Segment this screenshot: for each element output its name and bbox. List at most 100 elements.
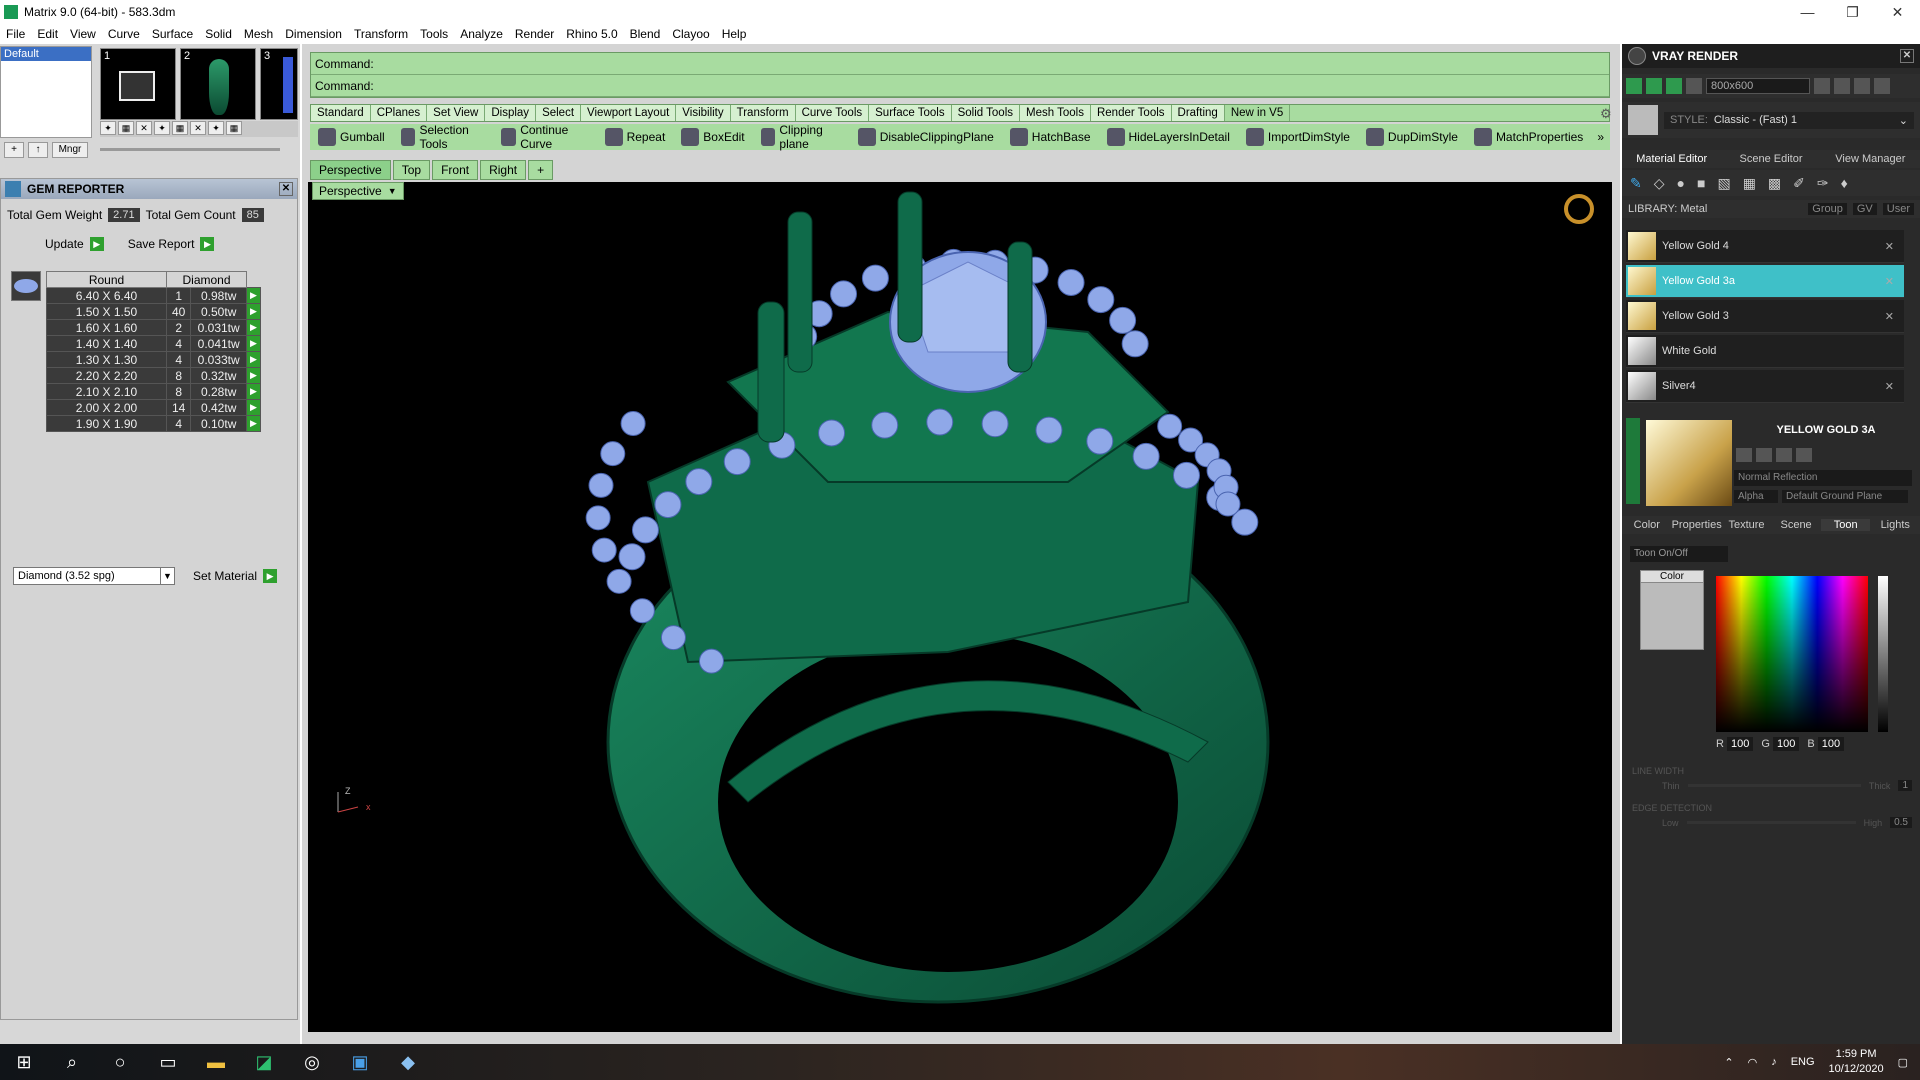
- material-list-item[interactable]: Yellow Gold 3a ✕: [1626, 265, 1904, 298]
- round-gem-icon[interactable]: [11, 271, 41, 301]
- frame-icon[interactable]: [1834, 78, 1850, 94]
- toolbar-tab-select[interactable]: Select: [536, 105, 582, 121]
- tab-view-manager[interactable]: View Manager: [1821, 153, 1920, 165]
- cortana-icon[interactable]: ○: [96, 1044, 144, 1080]
- viewport-label[interactable]: Perspective ▼: [312, 182, 404, 200]
- alpha-toggle[interactable]: Alpha: [1734, 490, 1778, 503]
- tool-importdimstyle[interactable]: ImportDimStyle: [1238, 128, 1358, 146]
- viewport-tab-right[interactable]: Right: [480, 160, 527, 180]
- list-icon[interactable]: [1854, 78, 1870, 94]
- camera-icon[interactable]: [1686, 78, 1702, 94]
- material-list-item[interactable]: Yellow Gold 4 ✕: [1626, 230, 1904, 263]
- line-width-slider[interactable]: [1687, 784, 1861, 787]
- toolbar-tab-viewport-layout[interactable]: Viewport Layout: [581, 105, 677, 121]
- matrix-app-icon[interactable]: ◪: [240, 1044, 288, 1080]
- save-icon[interactable]: ▦: [172, 121, 188, 135]
- perspective-viewport[interactable]: Z x: [308, 182, 1612, 1032]
- material-select[interactable]: Diamond (3.52 spg) ▼: [13, 567, 175, 585]
- delete-icon[interactable]: ✕: [1885, 310, 1894, 323]
- export-icon[interactable]: [1776, 448, 1792, 462]
- toolbar-tab-render-tools[interactable]: Render Tools: [1090, 105, 1172, 121]
- toolbar-tab-standard[interactable]: Standard: [311, 105, 371, 121]
- gear-icon[interactable]: ⚙: [1600, 106, 1612, 122]
- color-picker[interactable]: [1716, 576, 1868, 732]
- material-list-item[interactable]: White Gold: [1626, 335, 1904, 368]
- tab-material-editor[interactable]: Material Editor: [1622, 153, 1721, 165]
- table-row[interactable]: 2.10 X 2.10 8 0.28tw ▶: [46, 383, 261, 400]
- command-area[interactable]: Command: Command:: [310, 52, 1610, 98]
- task-view-icon[interactable]: ▭: [144, 1044, 192, 1080]
- menu-mesh[interactable]: Mesh: [238, 27, 279, 41]
- photos-icon[interactable]: ▣: [336, 1044, 384, 1080]
- reflection-select[interactable]: Normal Reflection: [1734, 470, 1912, 486]
- viewport-tab-top[interactable]: Top: [392, 160, 431, 180]
- save-report-button[interactable]: Save Report ▶: [128, 237, 215, 251]
- material-list-item[interactable]: Silver4 ✕: [1626, 370, 1904, 403]
- delete-icon[interactable]: ✕: [1885, 240, 1894, 253]
- app-icon[interactable]: ◆: [384, 1044, 432, 1080]
- tool-gumball[interactable]: Gumball: [310, 128, 393, 146]
- layer-thumb-1[interactable]: 1: [100, 48, 176, 120]
- toolbar-tab-drafting[interactable]: Drafting: [1171, 105, 1225, 121]
- menu-rhino[interactable]: Rhino 5.0: [560, 27, 623, 41]
- light-icon[interactable]: ♦: [1841, 175, 1848, 191]
- update-button[interactable]: Update ▶: [45, 237, 104, 251]
- tool-boxedit[interactable]: BoxEdit: [673, 128, 752, 146]
- menu-file[interactable]: File: [0, 27, 31, 41]
- toolbar-tab-cplanes[interactable]: CPlanes: [370, 105, 428, 121]
- menu-view[interactable]: View: [64, 27, 102, 41]
- table-row[interactable]: 1.40 X 1.40 4 0.041tw ▶: [46, 335, 261, 352]
- save-icon[interactable]: [1736, 448, 1752, 462]
- menu-help[interactable]: Help: [716, 27, 753, 41]
- layer-thumb-3[interactable]: 3: [260, 48, 298, 120]
- menu-dimension[interactable]: Dimension: [279, 27, 348, 41]
- menu-blend[interactable]: Blend: [624, 27, 667, 41]
- render-icon[interactable]: [1626, 78, 1642, 94]
- tool-repeat[interactable]: Repeat: [597, 128, 674, 146]
- delete-icon[interactable]: ✕: [136, 121, 152, 135]
- toolbar-tab-display[interactable]: Display: [485, 105, 537, 121]
- menu-solid[interactable]: Solid: [199, 27, 238, 41]
- viewport-tab-add[interactable]: +: [528, 160, 554, 180]
- row-play-icon[interactable]: ▶: [246, 383, 261, 400]
- row-play-icon[interactable]: ▶: [246, 399, 261, 416]
- layer-default[interactable]: Default: [1, 47, 91, 61]
- up-arrow-icon[interactable]: ↑: [28, 142, 48, 158]
- menu-surface[interactable]: Surface: [146, 27, 199, 41]
- menu-curve[interactable]: Curve: [102, 27, 146, 41]
- tab-toon[interactable]: Toon: [1820, 519, 1871, 531]
- close-icon[interactable]: ✕: [1900, 49, 1914, 63]
- interactive-render-icon[interactable]: [1666, 78, 1682, 94]
- manager-button[interactable]: Mngr: [52, 142, 88, 158]
- table-row[interactable]: 1.90 X 1.90 4 0.10tw ▶: [46, 415, 261, 432]
- toolbar-tab-visibility[interactable]: Visibility: [676, 105, 731, 121]
- tool-disableclippingplane[interactable]: DisableClippingPlane: [850, 128, 1002, 146]
- tab-lights[interactable]: Lights: [1870, 519, 1920, 531]
- delete-icon[interactable]: ✕: [1885, 275, 1894, 288]
- green-value[interactable]: 100: [1772, 737, 1800, 751]
- tool-matchproperties[interactable]: MatchProperties: [1466, 128, 1591, 146]
- material-list-item[interactable]: Yellow Gold 3 ✕: [1626, 300, 1904, 333]
- tab-scene[interactable]: Scene: [1771, 519, 1821, 531]
- menu-analyze[interactable]: Analyze: [454, 27, 509, 41]
- language-indicator[interactable]: ENG: [1791, 1056, 1815, 1068]
- sphere-icon[interactable]: ●: [1677, 175, 1685, 191]
- layer-list[interactable]: Default: [0, 46, 92, 138]
- table-row[interactable]: 1.60 X 1.60 2 0.031tw ▶: [46, 319, 261, 336]
- table-row[interactable]: 1.30 X 1.30 4 0.033tw ▶: [46, 351, 261, 368]
- command-input[interactable]: Command:: [311, 75, 1609, 97]
- viewport-tab-perspective[interactable]: Perspective: [310, 160, 391, 180]
- square-icon[interactable]: ■: [1697, 175, 1705, 191]
- gv-toggle[interactable]: GV: [1852, 203, 1877, 215]
- toolbar-tab-transform[interactable]: Transform: [730, 105, 796, 121]
- row-play-icon[interactable]: ▶: [246, 415, 261, 432]
- table-row[interactable]: 2.00 X 2.00 14 0.42tw ▶: [46, 399, 261, 416]
- rhino-icon[interactable]: ◎: [288, 1044, 336, 1080]
- add-icon[interactable]: ✦: [100, 121, 116, 135]
- add-icon[interactable]: ✦: [154, 121, 170, 135]
- user-toggle[interactable]: User: [1882, 203, 1914, 215]
- ring-navigation-icon[interactable]: [1564, 194, 1594, 224]
- row-play-icon[interactable]: ▶: [246, 367, 261, 384]
- close-button[interactable]: ✕: [1875, 0, 1920, 24]
- tab-properties[interactable]: Properties: [1672, 519, 1722, 531]
